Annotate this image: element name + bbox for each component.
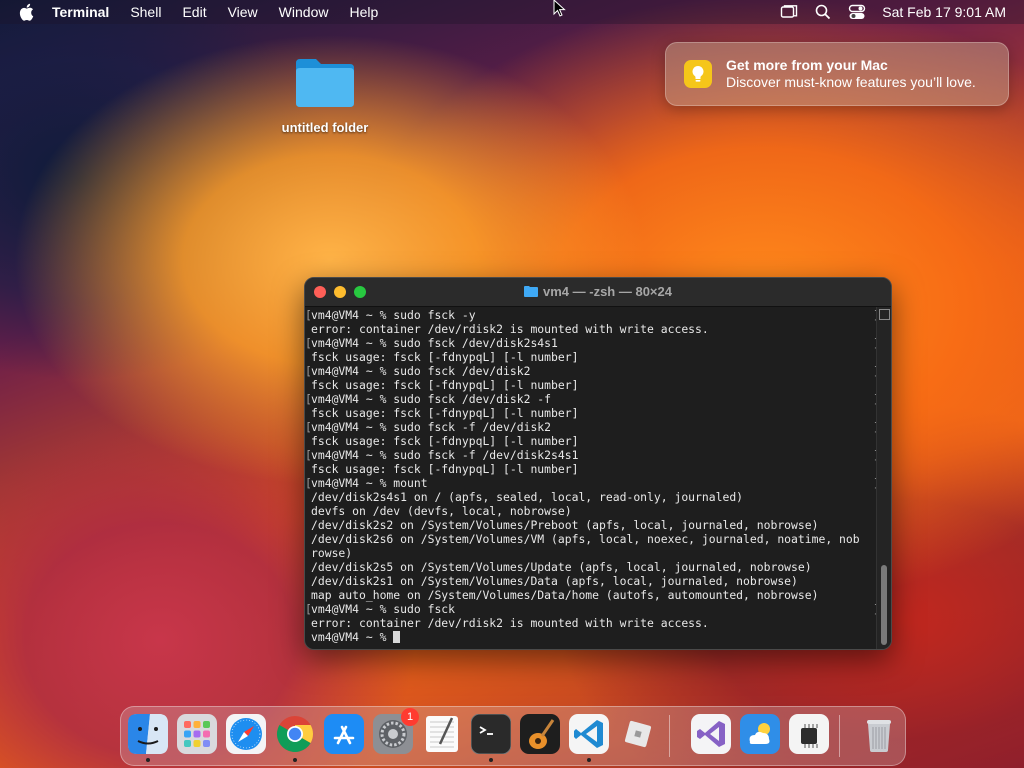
system-information-icon[interactable] — [789, 714, 829, 754]
terminal-output-line: fsck usage: fsck [-fdnypqL] [-l number] — [311, 462, 579, 476]
terminal-output-line: /dev/disk2s4s1 on / (apfs, sealed, local… — [311, 490, 744, 504]
terminal-title: vm4 — -zsh — 80×24 — [305, 284, 891, 299]
menu-shell[interactable]: Shell — [130, 4, 161, 20]
dock: 1 — [120, 706, 906, 766]
terminal-output-line: error: container /dev/rdisk2 is mounted … — [311, 322, 709, 336]
running-indicator — [293, 758, 297, 762]
terminal-command-line: vm4@VM4 ~ % sudo fsck -y — [305, 308, 880, 322]
text-cursor — [393, 631, 401, 643]
garageband-icon[interactable] — [520, 714, 560, 754]
terminal-title-text: vm4 — -zsh — 80×24 — [543, 284, 672, 299]
terminal-command-line: vm4@VM4 ~ % sudo fsck /dev/disk2 — [305, 364, 880, 378]
terminal-output-line: /dev/disk2s6 on /System/Volumes/VM (apfs… — [311, 532, 860, 546]
menu-view[interactable]: View — [228, 4, 258, 20]
menu-edit[interactable]: Edit — [182, 4, 206, 20]
terminal-command-line: vm4@VM4 ~ % sudo fsck /dev/disk2 -f — [305, 392, 880, 406]
lightbulb-icon — [684, 60, 712, 88]
terminal-window[interactable]: vm4 — -zsh — 80×24 vm4@VM4 ~ % sudo fsck… — [304, 277, 892, 650]
folder-label: untitled folder — [281, 120, 369, 135]
terminal-output-line: fsck usage: fsck [-fdnypqL] [-l number] — [311, 378, 579, 392]
control-center-icon[interactable] — [848, 3, 866, 21]
mouse-pointer-icon — [553, 0, 566, 17]
terminal-output-line: /dev/disk2s5 on /System/Volumes/Update (… — [311, 560, 812, 574]
notification-banner[interactable]: Get more from your Mac Discover must-kno… — [665, 42, 1009, 106]
terminal-titlebar[interactable]: vm4 — -zsh — 80×24 — [305, 278, 891, 307]
system-settings-icon[interactable]: 1 — [373, 708, 419, 754]
folder-icon — [296, 59, 354, 107]
menu-help[interactable]: Help — [349, 4, 378, 20]
terminal-command-line: vm4@VM4 ~ % sudo fsck /dev/disk2s4s1 — [305, 336, 880, 350]
desktop-folder[interactable]: untitled folder — [280, 55, 370, 145]
terminal-output-line: devfs on /dev (devfs, local, nobrowse) — [311, 504, 572, 518]
running-indicator — [146, 758, 150, 762]
terminal-output-line: fsck usage: fsck [-fdnypqL] [-l number] — [311, 406, 579, 420]
menu-window[interactable]: Window — [279, 4, 329, 20]
dock-separator — [669, 715, 670, 757]
terminal-output-line: /dev/disk2s2 on /System/Volumes/Preboot … — [311, 518, 819, 532]
terminal-output-line: fsck usage: fsck [-fdnypqL] [-l number] — [311, 350, 579, 364]
folder-icon — [524, 286, 538, 297]
running-indicator — [489, 758, 493, 762]
roblox-icon[interactable] — [618, 714, 658, 754]
terminal-command-line: vm4@VM4 ~ % mount — [305, 476, 880, 490]
terminal-command-line: vm4@VM4 ~ % sudo fsck -f /dev/disk2 — [305, 420, 880, 434]
running-indicator — [587, 758, 591, 762]
screen-mirroring-icon[interactable] — [780, 3, 798, 21]
apple-icon[interactable] — [18, 3, 34, 21]
terminal-output-line: rowse) — [311, 546, 353, 560]
app-store-icon[interactable] — [324, 714, 364, 754]
notification-badge: 1 — [401, 708, 419, 726]
safari-icon[interactable] — [226, 714, 266, 754]
scrollbar-thumb[interactable] — [881, 565, 887, 645]
terminal-output-line: fsck usage: fsck [-fdnypqL] [-l number] — [311, 434, 579, 448]
spotlight-search-icon[interactable] — [814, 3, 832, 21]
vscode-icon[interactable] — [569, 714, 609, 762]
terminal-output-line: map auto_home on /System/Volumes/Data/ho… — [311, 588, 819, 602]
finder-icon[interactable] — [128, 714, 168, 762]
terminal-output-line: /dev/disk2s1 on /System/Volumes/Data (ap… — [311, 574, 798, 588]
weather-icon[interactable] — [740, 714, 780, 754]
notification-title: Get more from your Mac — [726, 57, 888, 73]
terminal-icon[interactable] — [470, 713, 512, 762]
launchpad-icon[interactable] — [177, 714, 217, 754]
visual-studio-icon[interactable] — [691, 714, 731, 754]
terminal-output-line: error: container /dev/rdisk2 is mounted … — [311, 616, 709, 630]
terminal-output-line: vm4@VM4 ~ % — [311, 630, 877, 644]
terminal-scrollbar[interactable] — [876, 307, 891, 649]
trash-icon[interactable] — [859, 714, 899, 754]
dock-separator — [839, 715, 840, 757]
menu-bar: Terminal Shell Edit View Window Help Sat… — [0, 0, 1024, 24]
split-pane-button[interactable] — [879, 309, 890, 320]
textedit-icon[interactable] — [422, 714, 462, 754]
chrome-icon[interactable] — [275, 714, 315, 762]
menu-app-terminal[interactable]: Terminal — [52, 4, 109, 20]
terminal-command-line: vm4@VM4 ~ % sudo fsck — [305, 602, 880, 616]
terminal-output[interactable]: vm4@VM4 ~ % sudo fsck -yerror: container… — [305, 307, 880, 649]
terminal-command-line: vm4@VM4 ~ % sudo fsck -f /dev/disk2s4s1 — [305, 448, 880, 462]
menu-bar-clock[interactable]: Sat Feb 17 9:01 AM — [882, 4, 1006, 20]
notification-body: Discover must-know features you’ll love. — [726, 74, 976, 90]
